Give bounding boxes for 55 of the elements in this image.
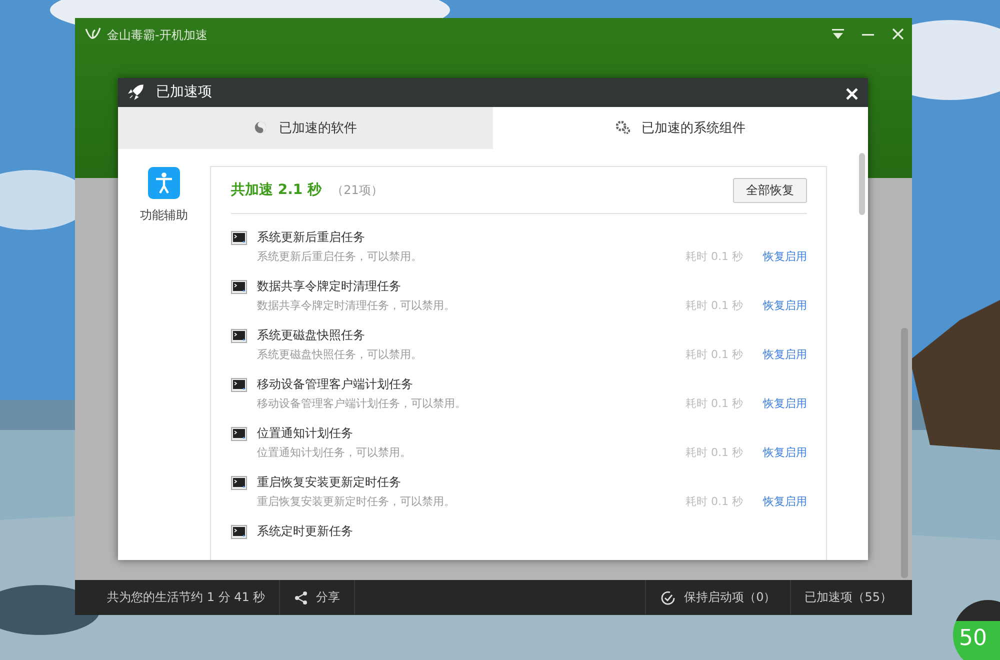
restore-link[interactable]: 恢复启用: [763, 249, 807, 264]
task-name: 系统更磁盘快照任务: [257, 327, 366, 344]
task-name: 位置通知计划任务: [257, 425, 354, 442]
terminal-icon: [231, 524, 247, 538]
restore-link[interactable]: 恢复启用: [763, 298, 807, 313]
gears-icon: [616, 121, 630, 134]
check-circle-icon: [660, 590, 676, 606]
terminal-icon: [231, 476, 247, 490]
time-cost: 耗时 0.1 秒: [686, 494, 743, 509]
swirl-icon: [254, 121, 267, 134]
task-description: 数据共享令牌定时清理任务，可以禁用。: [257, 298, 456, 313]
tab[interactable]: 已加速的软件: [118, 106, 493, 149]
task-description: 移动设备管理客户端计划任务，可以禁用。: [257, 396, 467, 411]
task-description: 位置通知计划任务，可以禁用。: [257, 445, 412, 460]
terminal-icon: [231, 280, 247, 294]
time-cost: 耗时 0.1 秒: [686, 298, 743, 313]
restore-all-button[interactable]: 全部恢复: [733, 178, 807, 202]
summary-title: 共加速 2.1 秒: [231, 181, 322, 199]
app-title: 金山毒霸-开机加速: [107, 27, 208, 44]
task-description: 系统更磁盘快照任务，可以禁用。: [257, 347, 423, 362]
restore-link[interactable]: 恢复启用: [763, 347, 807, 362]
time-saved-text: 共为您的生活节约 1 分 41 秒: [75, 580, 280, 615]
accelerated-items-button[interactable]: 已加速项（55）: [790, 580, 912, 615]
task-name: 移动设备管理客户端计划任务: [257, 376, 414, 393]
terminal-icon: [231, 378, 247, 392]
scrollbar[interactable]: [859, 153, 865, 215]
share-icon: [294, 590, 308, 604]
logo-icon: [85, 27, 101, 40]
category-label: 功能辅助: [140, 207, 188, 224]
terminal-icon: [231, 230, 247, 244]
task-name: 系统更新后重启任务: [257, 229, 366, 246]
kept-items-button[interactable]: 保持启动项（0）: [645, 580, 791, 615]
time-cost: 耗时 0.1 秒: [686, 249, 743, 264]
time-cost: 耗时 0.1 秒: [686, 445, 743, 460]
restore-link[interactable]: 恢复启用: [763, 445, 807, 460]
task-name: 系统定时更新任务: [257, 523, 354, 540]
scrollbar[interactable]: [901, 328, 908, 578]
dialog-title: 已加速项: [156, 83, 212, 102]
close-button[interactable]: [844, 88, 860, 100]
share-button[interactable]: 分享: [280, 580, 356, 615]
dropdown-icon[interactable]: [832, 28, 844, 40]
task-name: 数据共享令牌定时清理任务: [257, 278, 402, 295]
accessibility-icon[interactable]: [148, 167, 180, 199]
task-name: 重启恢复安装更新定时任务: [257, 474, 402, 491]
terminal-icon: [231, 426, 247, 440]
time-cost: 耗时 0.1 秒: [686, 347, 743, 362]
terminal-icon: [231, 328, 247, 342]
time-cost: 耗时 0.1 秒: [686, 396, 743, 411]
restore-link[interactable]: 恢复启用: [763, 494, 807, 509]
task-description: 重启恢复安装更新定时任务，可以禁用。: [257, 494, 456, 509]
task-description: 系统更新后重启任务，可以禁用。: [257, 249, 423, 264]
restore-link[interactable]: 恢复启用: [763, 396, 807, 411]
close-icon[interactable]: [892, 28, 904, 40]
rocket-icon: [128, 84, 144, 100]
item-count: （21项）: [332, 182, 384, 198]
